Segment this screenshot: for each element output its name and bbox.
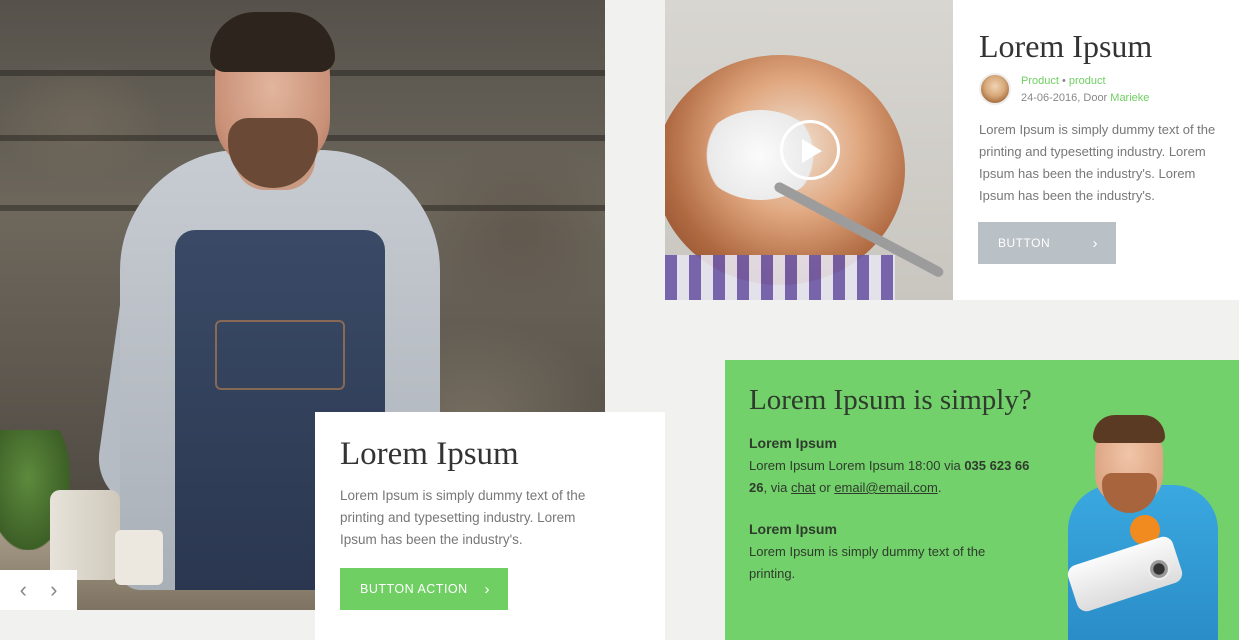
category-link-2[interactable]: product xyxy=(1069,75,1106,87)
support-agent-image xyxy=(1060,415,1225,640)
ceramic-cup xyxy=(115,530,163,585)
category-link-1[interactable]: Product xyxy=(1021,75,1059,87)
article-title: Lorem Ipsum xyxy=(979,28,1153,64)
apron-pocket xyxy=(215,320,345,390)
article-text: Lorem Ipsum is simply dummy text of the … xyxy=(979,122,1216,203)
contact-text-part: Lorem Ipsum Lorem Ipsum 18:00 via xyxy=(749,458,965,473)
hero-card-title: Lorem Ipsum xyxy=(340,436,519,472)
article-button[interactable]: BUTTON › xyxy=(978,222,1116,264)
contact-text-part: , via xyxy=(763,480,791,495)
agent-hair xyxy=(1093,415,1165,443)
contact-text-1: Lorem Ipsum Lorem Ipsum 18:00 via 035 62… xyxy=(749,455,1034,499)
avatar xyxy=(979,73,1011,105)
chevron-right-icon[interactable]: › xyxy=(50,579,57,601)
chat-link[interactable]: chat xyxy=(791,480,816,495)
chef-hair xyxy=(210,12,335,72)
hero-card: Lorem Ipsum Lorem Ipsum is simply dummy … xyxy=(315,412,665,640)
category-separator: • xyxy=(1058,75,1069,87)
slider-controls: ‹ › xyxy=(0,570,77,610)
button-action-label: BUTTON ACTION xyxy=(360,582,468,596)
hero-card-text: Lorem Ipsum is simply dummy text of the … xyxy=(340,488,586,547)
chevron-right-icon: › xyxy=(1092,234,1098,252)
checkered-cloth xyxy=(665,255,895,300)
author-link[interactable]: Marieke xyxy=(1110,92,1149,104)
play-icon[interactable] xyxy=(780,120,840,180)
article-meta: Product • product 24-06-2016, Door Marie… xyxy=(979,73,1239,107)
projector-lens xyxy=(1148,558,1170,580)
contact-title: Lorem Ipsum is simply? xyxy=(749,384,1032,416)
contact-text-part: . xyxy=(937,480,942,495)
button-action[interactable]: BUTTON ACTION › xyxy=(340,568,508,610)
contact-text-2: Lorem Ipsum is simply dummy text of the … xyxy=(749,544,986,581)
chevron-right-icon: › xyxy=(484,580,490,598)
product-article: Lorem Ipsum Product • product 24-06-2016… xyxy=(953,0,1239,300)
article-date: 24-06-2016, Door xyxy=(1021,92,1111,104)
email-link[interactable]: email@email.com xyxy=(834,480,938,495)
article-button-label: BUTTON xyxy=(998,236,1051,250)
chevron-left-icon[interactable]: ‹ xyxy=(20,579,27,601)
ceramic-jar xyxy=(50,490,120,580)
contact-text-part: or xyxy=(815,480,835,495)
